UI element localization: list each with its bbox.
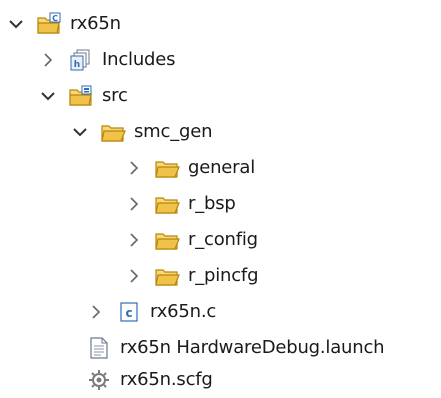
tree-item-label: rx65n.c xyxy=(150,301,217,322)
chevron-right-icon[interactable] xyxy=(124,266,144,286)
project-explorer-tree: C rx65n h Includes src smc_gen general r… xyxy=(0,0,441,398)
chevron-down-icon[interactable] xyxy=(70,122,90,142)
tree-item-label: r_pincfg xyxy=(188,265,259,286)
folder-icon xyxy=(154,228,180,252)
chevron-right-icon[interactable] xyxy=(86,302,106,322)
tree-item-src[interactable]: src xyxy=(38,78,128,114)
folder-icon xyxy=(154,156,180,180)
tree-item-label: rx65n HardwareDebug.launch xyxy=(120,337,385,358)
tree-item-general[interactable]: general xyxy=(124,150,255,186)
tree-item-r-config[interactable]: r_config xyxy=(124,222,258,258)
c-project-folder-icon: C xyxy=(36,12,62,36)
tree-item-rx65n-c[interactable]: c rx65n.c xyxy=(86,294,216,330)
launch-file-icon xyxy=(86,336,112,360)
tree-item-r-bsp[interactable]: r_bsp xyxy=(124,186,236,222)
chevron-right-icon[interactable] xyxy=(124,194,144,214)
tree-item-r-pincfg[interactable]: r_pincfg xyxy=(124,258,258,294)
chevron-down-icon[interactable] xyxy=(38,86,58,106)
svg-text:c: c xyxy=(125,306,132,320)
tree-item-label: rx65n xyxy=(70,13,121,34)
folder-icon xyxy=(154,192,180,216)
c-file-icon: c xyxy=(116,300,142,324)
tree-item-label: src xyxy=(102,85,128,106)
tree-item-label: Includes xyxy=(102,49,176,70)
tree-item-label: r_bsp xyxy=(188,193,236,214)
tree-item-includes[interactable]: h Includes xyxy=(38,42,176,78)
folder-icon xyxy=(100,120,126,144)
chevron-right-icon[interactable] xyxy=(124,230,144,250)
svg-text:C: C xyxy=(52,14,58,23)
tree-item-label: general xyxy=(188,157,256,178)
tree-item-label: rx65n.scfg xyxy=(120,369,213,390)
chevron-right-icon[interactable] xyxy=(124,158,144,178)
tree-item-scfg[interactable]: rx65n.scfg xyxy=(86,362,213,398)
tree-item-launch[interactable]: rx65n HardwareDebug.launch xyxy=(86,330,385,366)
gear-file-icon xyxy=(86,368,112,392)
folder-icon xyxy=(154,264,180,288)
source-folder-icon xyxy=(68,84,94,108)
tree-item-label: r_config xyxy=(188,229,258,250)
chevron-down-icon[interactable] xyxy=(6,14,26,34)
chevron-right-icon[interactable] xyxy=(38,50,58,70)
tree-item-smc-gen[interactable]: smc_gen xyxy=(70,114,213,150)
tree-item-rx65n[interactable]: C rx65n xyxy=(6,6,121,42)
svg-text:h: h xyxy=(74,60,80,70)
includes-icon: h xyxy=(68,48,94,72)
tree-item-label: smc_gen xyxy=(134,121,213,142)
